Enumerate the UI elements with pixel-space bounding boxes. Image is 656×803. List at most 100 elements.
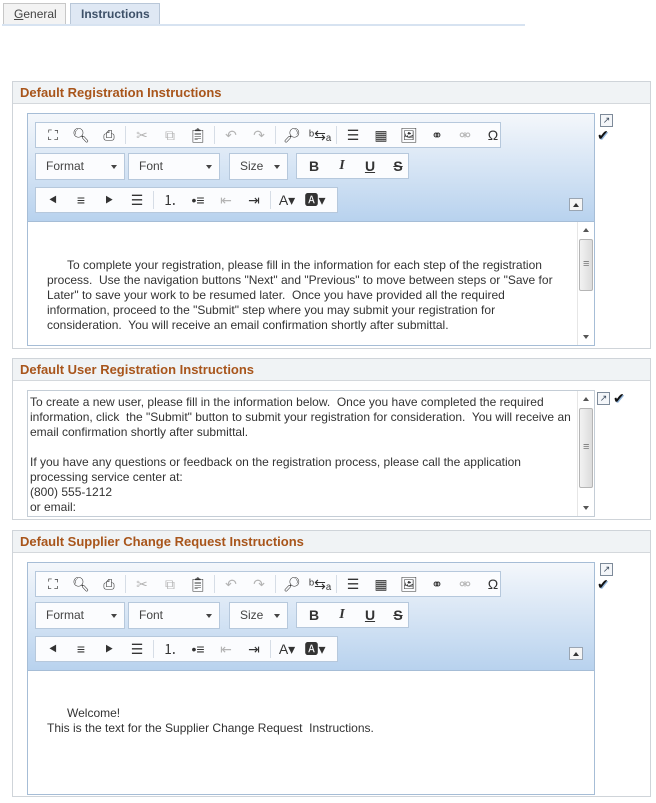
special-char-icon: Ω [487, 576, 499, 592]
horizontal-rule-button[interactable]: ☰ [339, 124, 367, 146]
text-color-button[interactable]: A▾ [273, 189, 301, 211]
numbered-list-button[interactable]: ⒈ [156, 189, 184, 211]
bulleted-list-button[interactable]: •≡ [184, 189, 212, 211]
italic-button[interactable]: I [328, 155, 356, 177]
special-char-button[interactable]: Ω [479, 124, 507, 146]
tab-instructions[interactable]: Instructions [70, 3, 160, 25]
tab-general[interactable]: General [3, 3, 66, 25]
maximize-button[interactable]: ⛶ [39, 573, 67, 595]
strikethrough-button[interactable]: S [384, 155, 412, 177]
outdent-button[interactable]: ⇤ [212, 638, 240, 660]
editor-content[interactable]: To complete your registration, please fi… [28, 222, 594, 345]
expand-icon[interactable]: ↗ [600, 563, 613, 576]
align-left-button[interactable]: ⯇ [39, 189, 67, 211]
justify-button[interactable]: ☰ [123, 189, 151, 211]
copy-button[interactable]: ⧉ [156, 573, 184, 595]
scroll-up-button[interactable] [578, 391, 594, 407]
align-center-button[interactable]: ≡ [67, 638, 95, 660]
align-right-button[interactable]: ⯈ [95, 638, 123, 660]
bold-button[interactable]: B [300, 604, 328, 626]
bulleted-list-button[interactable]: •≡ [184, 638, 212, 660]
unlink-button[interactable]: ⚮ [451, 573, 479, 595]
horizontal-rule-button[interactable]: ☰ [339, 573, 367, 595]
font-dropdown[interactable]: Font [128, 602, 220, 629]
vertical-scrollbar[interactable] [577, 391, 594, 516]
section-user-registration-instructions: Default User Registration Instructions To… [12, 358, 651, 520]
instructions-textarea[interactable]: To create a new user, please fill in the… [27, 390, 595, 517]
format-dropdown[interactable]: Format [35, 153, 125, 180]
toolbar-separator [153, 191, 154, 209]
preview-button[interactable]: 🔍︎ [67, 124, 95, 146]
scroll-down-button[interactable] [578, 500, 594, 516]
expand-icon[interactable]: ↗ [597, 392, 610, 405]
scroll-up-button[interactable] [578, 222, 594, 238]
numbered-list-button[interactable]: ⒈ [156, 638, 184, 660]
image-button[interactable]: 🖼︎ [395, 573, 423, 595]
align-right-button[interactable]: ⯈ [95, 189, 123, 211]
background-color-button[interactable]: 🅰▾ [301, 189, 329, 211]
undo-button[interactable]: ↶ [217, 124, 245, 146]
justify-button[interactable]: ☰ [123, 638, 151, 660]
redo-button[interactable]: ↷ [245, 573, 273, 595]
outdent-button[interactable]: ⇤ [212, 189, 240, 211]
expand-icon[interactable]: ↗ [600, 114, 613, 127]
undo-button[interactable]: ↶ [217, 573, 245, 595]
editor-content[interactable]: Welcome! This is the text for the Suppli… [28, 671, 594, 794]
background-color-button[interactable]: 🅰▾ [301, 638, 329, 660]
copy-button[interactable]: ⧉ [156, 124, 184, 146]
link-button[interactable]: ⚭ [423, 124, 451, 146]
rich-text-editor: ⛶ 🔍︎ ⎙ ✂ ⧉ 📋︎ ↶ ↷ 🔎︎ ᵇ⇆ₐ ☰ ▦ 🖼︎ ⚭ ⚮ Ω Format Font Size … [27, 562, 595, 795]
size-dropdown[interactable]: Size [229, 602, 288, 629]
align-center-button[interactable]: ≡ [67, 189, 95, 211]
scroll-down-button[interactable] [578, 329, 594, 345]
maximize-icon: ⛶ [48, 575, 58, 592]
print-button[interactable]: ⎙ [95, 124, 123, 146]
spellcheck-icon[interactable]: ✔ [597, 576, 615, 592]
link-button[interactable]: ⚭ [423, 573, 451, 595]
chevron-down-icon [206, 614, 212, 618]
outdent-icon: ⇤ [220, 191, 232, 208]
spellcheck-icon[interactable]: ✔ [597, 127, 615, 143]
italic-icon: I [339, 607, 345, 622]
special-char-button[interactable]: Ω [479, 573, 507, 595]
collapse-toolbar-button[interactable] [569, 647, 583, 660]
redo-button[interactable]: ↷ [245, 124, 273, 146]
background-color-icon: 🅰▾ [304, 641, 326, 657]
font-dropdown[interactable]: Font [128, 153, 220, 180]
italic-button[interactable]: I [328, 604, 356, 626]
size-dropdown[interactable]: Size [229, 153, 288, 180]
bulleted-list-icon: •≡ [191, 192, 205, 208]
strikethrough-button[interactable]: S [384, 604, 412, 626]
paste-icon: 📋︎ [189, 126, 207, 143]
maximize-button[interactable]: ⛶ [39, 124, 67, 146]
indent-button[interactable]: ⇥ [240, 189, 268, 211]
indent-button[interactable]: ⇥ [240, 638, 268, 660]
format-dropdown[interactable]: Format [35, 602, 125, 629]
spellcheck-icon[interactable]: ✔ [613, 390, 631, 406]
table-button[interactable]: ▦ [367, 124, 395, 146]
print-button[interactable]: ⎙ [95, 573, 123, 595]
paste-button[interactable]: 📋︎ [184, 573, 212, 595]
paste-button[interactable]: 📋︎ [184, 124, 212, 146]
replace-button[interactable]: ᵇ⇆ₐ [306, 573, 334, 595]
replace-button[interactable]: ᵇ⇆ₐ [306, 124, 334, 146]
bold-button[interactable]: B [300, 155, 328, 177]
vertical-scrollbar[interactable] [577, 222, 594, 345]
image-button[interactable]: 🖼︎ [395, 124, 423, 146]
unlink-button[interactable]: ⚮ [451, 124, 479, 146]
print-icon: ⎙ [103, 126, 115, 143]
preview-button[interactable]: 🔍︎ [67, 573, 95, 595]
scroll-thumb[interactable] [579, 408, 593, 488]
underline-button[interactable]: U [356, 155, 384, 177]
text-color-button[interactable]: A▾ [273, 638, 301, 660]
cut-button[interactable]: ✂ [128, 124, 156, 146]
toolbar-row-3: ⯇ ≡ ⯈ ☰ ⒈ •≡ ⇤ ⇥ A▾ 🅰▾ [35, 187, 338, 213]
underline-button[interactable]: U [356, 604, 384, 626]
collapse-toolbar-button[interactable] [569, 198, 583, 211]
find-button[interactable]: 🔎︎ [278, 124, 306, 146]
table-button[interactable]: ▦ [367, 573, 395, 595]
cut-button[interactable]: ✂ [128, 573, 156, 595]
scroll-thumb[interactable] [579, 239, 593, 291]
align-left-button[interactable]: ⯇ [39, 638, 67, 660]
find-button[interactable]: 🔎︎ [278, 573, 306, 595]
